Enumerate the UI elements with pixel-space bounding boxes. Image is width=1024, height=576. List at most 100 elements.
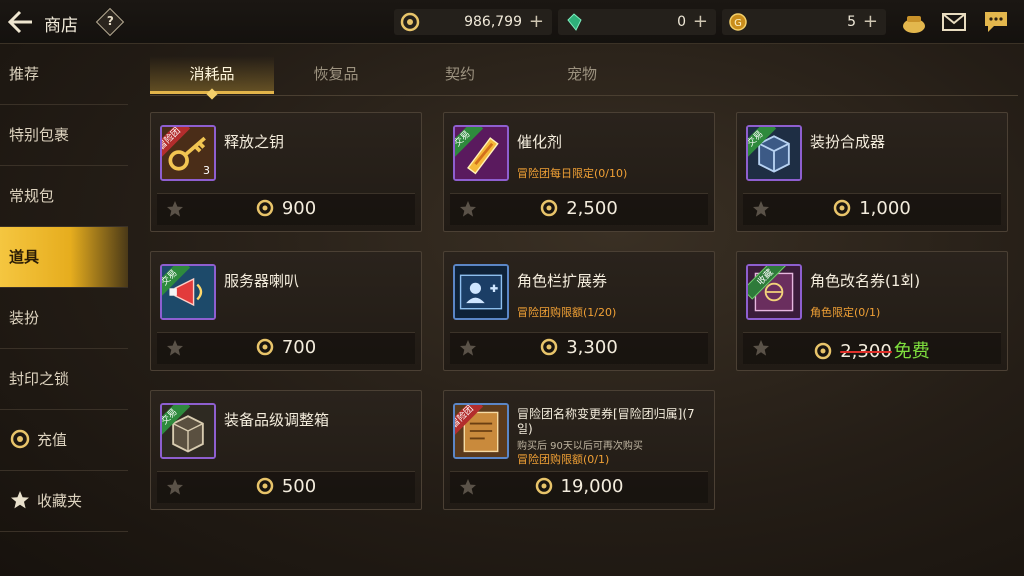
inventory-pouch-icon[interactable] (900, 9, 928, 35)
star-icon (11, 491, 29, 509)
item-price[interactable]: 900 (157, 198, 415, 219)
sidebar-item-recommend[interactable]: 推荐 (0, 44, 128, 105)
sidebar-item-label: 道具 (9, 248, 40, 266)
item-price[interactable]: 500 (157, 476, 415, 497)
tab-contract[interactable]: 契约 (398, 56, 522, 94)
sidebar-item-regular-packs[interactable]: 常规包 (0, 166, 128, 227)
avatar-synthesizer-icon: 交易 (746, 125, 802, 181)
gold-coin-icon (540, 199, 558, 216)
sidebar-item-label: 收藏夹 (37, 492, 83, 510)
tab-indicator (206, 88, 218, 100)
sidebar-item-label: 封印之锁 (9, 370, 70, 388)
item-price[interactable]: 2,500 (450, 198, 708, 219)
gold-coin-icon (540, 338, 558, 355)
item-price[interactable]: 1,000 (743, 198, 1001, 219)
item-name: 装备品级调整箱 (224, 411, 330, 429)
tab-pet[interactable]: 宠物 (520, 56, 644, 94)
mail-icon[interactable] (940, 9, 968, 35)
megaphone-icon: 交易 (160, 264, 216, 320)
help-icon-label: ? (106, 14, 114, 29)
tab-recovery[interactable]: 恢复品 (274, 56, 398, 94)
item-name: 释放之钥 (224, 133, 285, 151)
team-rename-ticket-icon: 冒险团 (453, 403, 509, 459)
category-tabs: 消耗品 恢复品 契约 宠物 (150, 56, 1018, 100)
back-arrow-icon[interactable] (6, 8, 36, 36)
original-price: 2,300 (840, 341, 892, 362)
price-bar: 900 (157, 193, 415, 225)
grade-adjust-box-icon: 交易 (160, 403, 216, 459)
token-amount: 5 (847, 14, 856, 30)
sidebar-item-label: 装扮 (9, 309, 40, 327)
price-bar: 19,000 (450, 471, 708, 503)
shop-item-card[interactable]: 交易 催化剂 冒险团每日限定(0/10) 2,500 (443, 112, 715, 232)
gem-icon (567, 13, 582, 31)
item-price[interactable]: 3,300 (450, 337, 708, 358)
item-name: 装扮合成器 (810, 133, 886, 151)
price-value: 2,500 (566, 198, 618, 219)
gold-coin-icon (10, 429, 30, 449)
sidebar-item-label: 推荐 (9, 65, 40, 83)
sidebar-item-avatar[interactable]: 装扮 (0, 288, 128, 349)
shop-item-card[interactable]: 冒险团 3 释放之钥 900 (150, 112, 422, 232)
gold-coin-icon (256, 477, 274, 494)
chat-icon[interactable] (982, 9, 1010, 35)
sidebar-item-label: 充值 (37, 431, 68, 449)
sidebar-item-items[interactable]: 道具 (0, 227, 128, 288)
gold-coin-icon (256, 338, 274, 355)
help-icon[interactable]: ? (95, 7, 125, 37)
shop-item-card[interactable]: 交易 装备品级调整箱 500 (150, 390, 422, 510)
sidebar-item-label: 常规包 (9, 187, 55, 205)
item-price[interactable]: 700 (157, 337, 415, 358)
item-name: 角色改名券(1회) (810, 272, 921, 290)
tab-consumables[interactable]: 消耗品 (150, 56, 274, 100)
tab-label: 契约 (444, 65, 475, 83)
token-icon: G (729, 13, 747, 31)
sidebar-item-favorites[interactable]: 收藏夹 (0, 471, 128, 532)
rename-ticket-icon: 收藏 (746, 264, 802, 320)
add-gold-button[interactable]: + (529, 11, 544, 32)
gold-coin-icon (400, 12, 420, 32)
shop-item-card[interactable]: 冒险团 冒险团名称变更券[冒险团归属](7일) 购买后 90天以后可再次购买 冒… (443, 390, 715, 510)
sidebar-item-recharge[interactable]: 充值 (0, 410, 128, 471)
free-label: 免费 (893, 341, 930, 362)
item-name: 催化剂 (517, 133, 563, 151)
tab-label: 恢复品 (313, 65, 359, 83)
price-bar: 500 (157, 471, 415, 503)
item-price[interactable]: 2,300 免费 (743, 337, 1001, 363)
purchase-limit: 冒险团每日限定(0/10) (517, 167, 628, 180)
currency-gold: 986,799 + (394, 9, 552, 35)
gold-coin-icon (535, 477, 552, 494)
tab-label: 宠物 (566, 65, 597, 83)
price-bar: 3,300 (450, 332, 708, 364)
item-quantity: 3 (203, 164, 210, 177)
page-title: 商店 (44, 16, 78, 36)
add-token-button[interactable]: + (863, 11, 878, 32)
item-name: 角色栏扩展券 (517, 272, 608, 290)
gem-amount: 0 (677, 14, 686, 30)
character-slot-icon (453, 264, 509, 320)
top-bar: 商店 ? 986,799 + 0 + G 5 + (0, 0, 1024, 44)
price-value: 900 (281, 198, 317, 219)
item-price[interactable]: 19,000 (450, 476, 708, 497)
price-value: 3,300 (566, 337, 618, 358)
currency-token: G 5 + (722, 9, 886, 35)
sidebar: 推荐 特别包裹 常规包 道具 装扮 封印之锁 充值 收藏夹 (0, 44, 128, 576)
price-value: 19,000 (560, 476, 624, 497)
gold-coin-icon (814, 342, 832, 359)
sidebar-item-seal-lock[interactable]: 封印之锁 (0, 349, 128, 410)
shop-item-card[interactable]: 收藏 角色改名券(1회) 角色限定(0/1) 2,300 免费 (736, 251, 1008, 371)
shop-item-card[interactable]: 交易 服务器喇叭 700 (150, 251, 422, 371)
currency-gem: 0 + (558, 9, 716, 35)
repurchase-note: 购买后 90天以后可再次购买 (517, 441, 643, 452)
gold-amount: 986,799 (464, 14, 522, 30)
add-gem-button[interactable]: + (693, 11, 708, 32)
shop-item-card[interactable]: 角色栏扩展券 冒险团购限额(1/20) 3,300 (443, 251, 715, 371)
gold-coin-icon (833, 199, 851, 216)
shop-item-card[interactable]: 交易 装扮合成器 1,000 (736, 112, 1008, 232)
purchase-limit: 角色限定(0/1) (810, 306, 881, 319)
price-bar: 1,000 (743, 193, 1001, 225)
sidebar-item-label: 特别包裹 (9, 126, 70, 144)
sidebar-item-special-packs[interactable]: 特别包裹 (0, 105, 128, 166)
svg-text:G: G (734, 18, 742, 29)
item-name: 冒险团名称变更券[冒险团归属](7일) (517, 407, 695, 436)
